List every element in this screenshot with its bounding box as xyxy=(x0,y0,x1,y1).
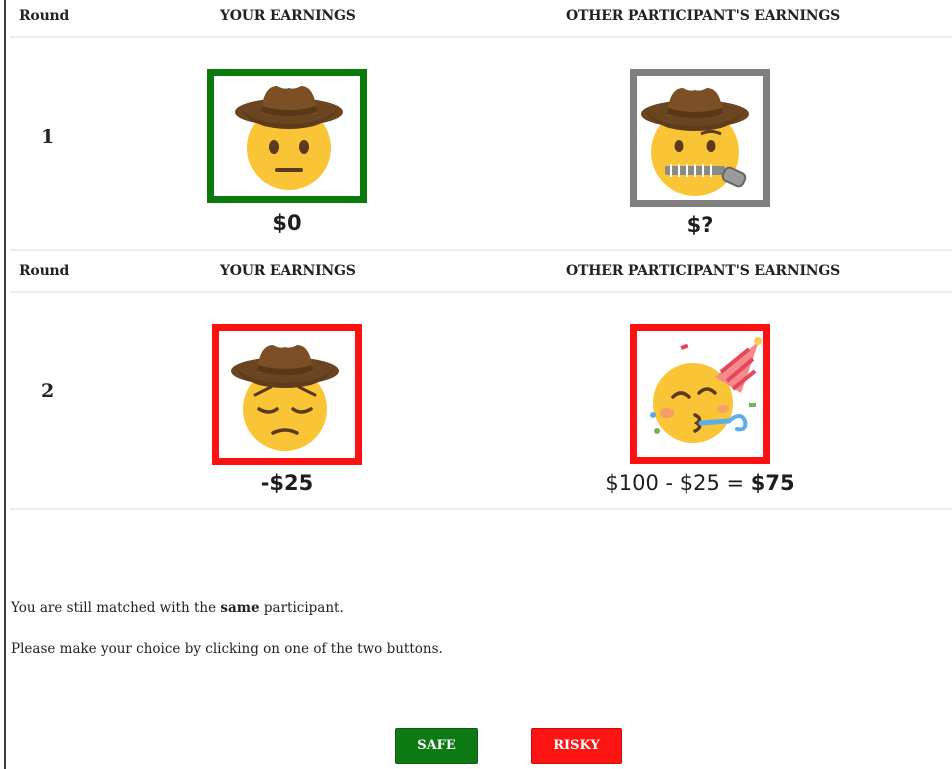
match-message-emphasis: same xyxy=(220,600,260,616)
partying-face-icon xyxy=(650,337,762,443)
other-outcome-box xyxy=(630,69,770,207)
other-earnings-total: $75 xyxy=(750,471,795,495)
safe-button[interactable]: SAFE xyxy=(395,728,478,764)
your-earnings-amount: $0 xyxy=(272,211,302,235)
other-outcome-box xyxy=(630,324,770,464)
header-divider xyxy=(10,36,952,38)
round-number: 1 xyxy=(41,126,55,148)
match-message-text: You are still matched with the xyxy=(11,600,221,616)
other-earnings-column-header: OTHER PARTICIPANT'S EARNINGS xyxy=(566,263,841,279)
round-column-header: Round xyxy=(19,263,70,279)
round-divider xyxy=(10,249,952,251)
your-outcome-box xyxy=(212,324,362,465)
your-earnings-column-header: YOUR EARNINGS xyxy=(220,263,356,279)
round-column-header: Round xyxy=(19,8,70,24)
instruction-message: Please make your choice by clicking on o… xyxy=(11,641,443,657)
other-earnings-amount: $100 - $25 = $75 xyxy=(580,471,820,495)
header-divider xyxy=(10,291,952,293)
your-earnings-amount: -$25 xyxy=(260,471,314,495)
pensive-cowboy-face-icon xyxy=(231,345,339,451)
risky-button[interactable]: RISKY xyxy=(531,728,622,764)
neutral-cowboy-face-icon xyxy=(235,86,343,190)
other-earnings-calculation: $100 - $25 = xyxy=(605,471,751,495)
zipper-mouth-cowboy-face-icon xyxy=(641,88,749,196)
other-earnings-amount: $? xyxy=(686,213,714,237)
match-status-message: You are still matched with the same part… xyxy=(11,600,344,616)
your-earnings-column-header: YOUR EARNINGS xyxy=(220,8,356,24)
match-message-text-end: participant. xyxy=(259,600,344,616)
round-divider xyxy=(10,508,952,510)
round-number: 2 xyxy=(41,380,55,402)
page-left-border xyxy=(4,0,6,769)
other-earnings-column-header: OTHER PARTICIPANT'S EARNINGS xyxy=(566,8,841,24)
your-outcome-box xyxy=(207,69,367,203)
